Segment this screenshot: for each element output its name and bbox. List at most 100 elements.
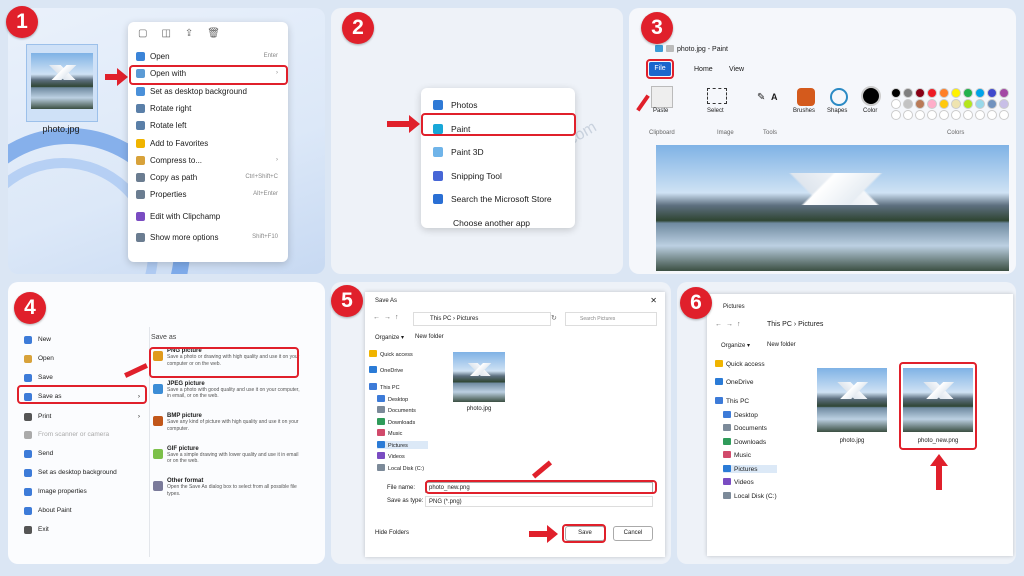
search-input[interactable]: Search Pictures (565, 312, 657, 326)
brushes-icon[interactable] (797, 88, 815, 106)
menu-item-copy-as-path[interactable]: Copy as path Ctrl+Shift+C (128, 169, 288, 186)
new-folder-button[interactable]: New folder (415, 334, 444, 340)
menu-item-set-as-desktop-background[interactable]: Set as desktop background (128, 83, 288, 100)
organize-button[interactable]: Organize ▾ (721, 342, 750, 349)
text-icon[interactable]: A (771, 92, 778, 102)
copy-icon[interactable]: ▢ (138, 28, 161, 39)
tree-item-documents[interactable]: Documents (377, 406, 416, 414)
menu-item-add-to-favorites[interactable]: Add to Favorites (128, 135, 288, 152)
tree-item-desktop[interactable]: Desktop (723, 410, 758, 419)
palette-swatch[interactable] (939, 99, 949, 109)
app-item-choose-another-app[interactable]: Choose another app (421, 214, 575, 232)
tree-item-quick-access[interactable]: Quick access (715, 360, 765, 368)
address-bar[interactable]: This PC › Pictures (413, 312, 551, 326)
forward-icon[interactable]: → (726, 321, 737, 328)
palette-swatch[interactable] (927, 88, 937, 98)
menu-item-open[interactable]: Open Enter (128, 48, 288, 65)
file-menu-item-print[interactable]: Print › (18, 409, 144, 425)
tree-item-pictures[interactable]: Pictures (377, 440, 428, 449)
palette-swatch[interactable] (915, 88, 925, 98)
share-icon[interactable]: ⇪ (185, 28, 207, 39)
organize-button[interactable]: Organize ▾ (375, 334, 404, 341)
app-item-search-the-microsoft-store[interactable]: Search the Microsoft Store (421, 190, 575, 208)
tree-item-this-pc[interactable]: This PC (369, 383, 400, 391)
palette-swatch[interactable] (951, 110, 961, 120)
palette-swatch[interactable] (927, 110, 937, 120)
palette-swatch[interactable] (987, 99, 997, 109)
tree-item-documents[interactable]: Documents (723, 424, 767, 432)
format-bmp-picture[interactable]: BMP picture Save any kind of picture with… (151, 413, 301, 443)
tree-item-this-pc[interactable]: This PC (715, 397, 749, 405)
tree-item-quick-access[interactable]: Quick access (369, 350, 413, 358)
palette-swatch[interactable] (903, 99, 913, 109)
file-menu-item-open[interactable]: Open (18, 351, 144, 367)
file-menu-item-image-properties[interactable]: Image properties (18, 484, 144, 500)
color-1-swatch[interactable] (861, 86, 881, 106)
paste-icon[interactable] (651, 86, 673, 108)
cut-icon[interactable]: ◫ (161, 28, 184, 39)
tree-item-local-disk-c[interactable]: Local Disk (C:) (377, 463, 424, 472)
palette-swatch[interactable] (975, 88, 985, 98)
palette-swatch[interactable] (927, 99, 937, 109)
menu-item-show-more-options[interactable]: Show more options Shift+F10 (128, 229, 288, 246)
app-item-snipping-tool[interactable]: Snipping Tool (421, 167, 575, 185)
file-selection[interactable] (26, 44, 98, 122)
tab-home[interactable]: Home (694, 66, 713, 73)
pencil-icon[interactable]: ✎ (757, 92, 765, 103)
canvas-image[interactable] (656, 145, 1009, 271)
palette-swatch[interactable] (999, 110, 1009, 120)
palette-swatch[interactable] (963, 110, 973, 120)
palette-swatch[interactable] (939, 110, 949, 120)
palette-swatch[interactable] (987, 88, 997, 98)
palette-swatch[interactable] (975, 110, 985, 120)
tree-item-local-disk-c[interactable]: Local Disk (C:) (723, 491, 777, 500)
cancel-button[interactable]: Cancel (613, 526, 653, 541)
palette-swatch[interactable] (999, 88, 1009, 98)
tree-item-downloads[interactable]: Downloads (723, 437, 766, 446)
format-gif-picture[interactable]: GIF picture Save a simple drawing with lo… (151, 446, 301, 476)
address-bar[interactable]: This PC › Pictures (767, 321, 823, 328)
file-thumbnail-photo-jpg[interactable] (817, 368, 887, 432)
close-icon[interactable]: ✕ (650, 296, 657, 305)
palette-swatch[interactable] (939, 88, 949, 98)
tree-item-onedrive[interactable]: OneDrive (715, 377, 753, 386)
palette-swatch[interactable] (915, 99, 925, 109)
file-menu-item-send[interactable]: Send (18, 446, 144, 462)
menu-item-compress-to[interactable]: Compress to... › (128, 152, 288, 169)
format-other-format[interactable]: Other format Open the Save As dialog box … (151, 478, 301, 508)
forward-icon[interactable]: → (384, 314, 395, 321)
up-icon[interactable]: ↑ (737, 321, 745, 328)
tree-item-pictures[interactable]: Pictures (723, 464, 778, 473)
back-icon[interactable]: ← (373, 314, 384, 321)
tree-item-desktop[interactable]: Desktop (377, 394, 408, 403)
refresh-icon[interactable]: ↻ (551, 314, 557, 322)
tree-item-music[interactable]: Music (723, 451, 751, 459)
menu-item-rotate-left[interactable]: Rotate left (128, 117, 288, 134)
shapes-icon[interactable] (830, 88, 848, 106)
tree-item-videos[interactable]: Videos (723, 478, 754, 486)
app-item-photos[interactable]: Photos (421, 96, 575, 114)
palette-swatch[interactable] (903, 110, 913, 120)
palette-swatch[interactable] (987, 110, 997, 120)
type-select[interactable]: PNG (*.png) (425, 496, 653, 507)
save-icon[interactable] (666, 45, 674, 52)
menu-item-edit-with-clipchamp[interactable]: Edit with Clipchamp (128, 208, 288, 225)
palette-swatch[interactable] (951, 88, 961, 98)
tree-item-onedrive[interactable]: OneDrive (369, 365, 403, 374)
file-menu-item-from-scanner-or-camera[interactable]: From scanner or camera (18, 427, 144, 443)
up-icon[interactable]: ↑ (395, 314, 403, 321)
palette-swatch[interactable] (891, 99, 901, 109)
delete-icon[interactable]: 🗑 (207, 28, 234, 39)
new-folder-button[interactable]: New folder (767, 342, 796, 348)
format-jpeg-picture[interactable]: JPEG picture Save a photo with good quali… (151, 381, 301, 411)
palette-swatch[interactable] (975, 99, 985, 109)
tree-item-music[interactable]: Music (377, 429, 402, 437)
hide-folders-button[interactable]: Hide Folders (375, 530, 409, 536)
tab-view[interactable]: View (729, 66, 744, 73)
menu-item-rotate-right[interactable]: Rotate right (128, 100, 288, 117)
file-menu-item-about-paint[interactable]: About Paint (18, 503, 144, 519)
palette-swatch[interactable] (963, 99, 973, 109)
file-menu-item-new[interactable]: New (18, 332, 144, 348)
menu-item-properties[interactable]: Properties Alt+Enter (128, 186, 288, 203)
select-icon[interactable] (707, 88, 727, 104)
